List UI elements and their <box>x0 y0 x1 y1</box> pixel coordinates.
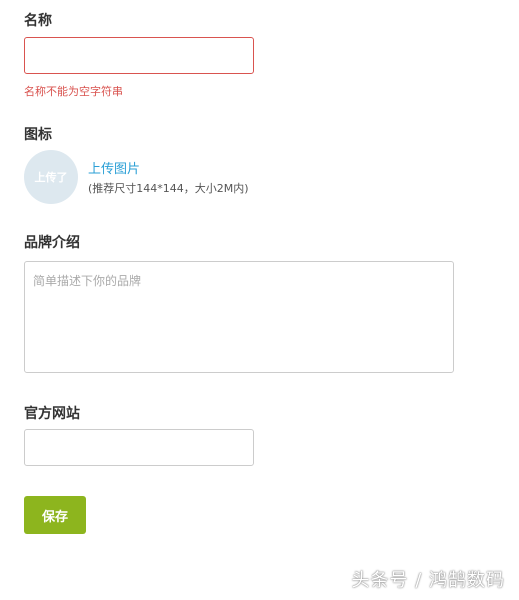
name-error-message: 名称不能为空字符串 <box>24 85 123 98</box>
brand-intro-label: 品牌介绍 <box>24 235 80 251</box>
icon-label: 图标 <box>24 127 52 143</box>
name-label: 名称 <box>24 13 52 29</box>
watermark: 头条号 / 鸿鹄数码 <box>351 570 505 591</box>
website-input[interactable] <box>24 429 254 466</box>
avatar-text: 上传了 <box>34 171 68 184</box>
brand-intro-textarea[interactable] <box>24 261 454 373</box>
website-label: 官方网站 <box>24 406 80 422</box>
save-button[interactable]: 保存 <box>24 496 86 534</box>
upload-image-link[interactable]: 上传图片 <box>88 158 140 177</box>
icon-avatar[interactable]: 上传了 <box>24 150 78 204</box>
upload-hint: (推荐尺寸144*144，大小2M内) <box>88 182 249 195</box>
name-input[interactable] <box>24 37 254 74</box>
